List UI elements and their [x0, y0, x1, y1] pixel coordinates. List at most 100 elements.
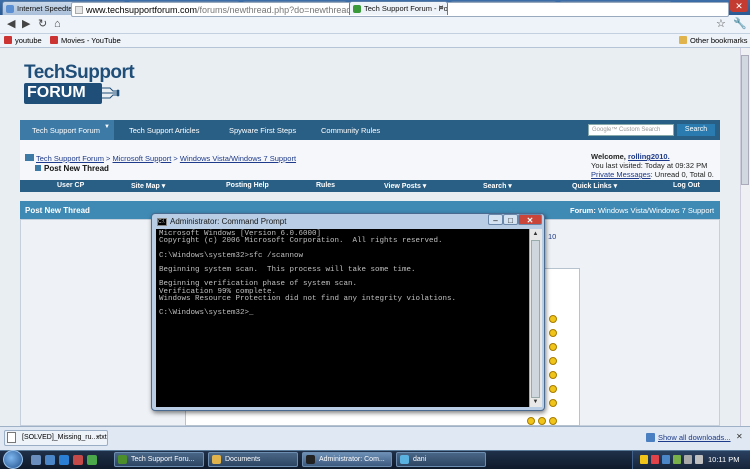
private-messages-link[interactable]: Private Messages [591, 170, 651, 179]
text-file-icon [7, 432, 16, 443]
download-item[interactable]: [SOLVED]_Missing_ru....txt [4, 430, 108, 446]
smiley-icon[interactable] [549, 371, 557, 379]
back-icon[interactable]: ◀ [7, 18, 15, 30]
taskbar-clock[interactable]: 10:11 PM [708, 455, 740, 464]
smiley-icon[interactable] [549, 399, 557, 407]
taskbar-button[interactable]: Administrator: Com... [302, 452, 392, 467]
downloads-icon [646, 433, 655, 442]
taskbar-app-icon [400, 455, 409, 464]
network-icon[interactable] [695, 455, 703, 464]
menu-user-cp[interactable]: User CP [57, 182, 84, 189]
pm-counts: : Unread 0, Total 0. [650, 170, 714, 179]
nav-tab-community-rules[interactable]: Community Rules [321, 126, 380, 135]
reload-icon[interactable]: ↻ [38, 18, 47, 30]
smiley-icon[interactable] [549, 385, 557, 393]
tab-favicon-icon [353, 5, 361, 13]
username-link[interactable]: rolling2010. [628, 152, 670, 161]
tray-security-icon[interactable] [651, 455, 659, 464]
taskbar-button-label: Documents [225, 456, 261, 463]
scroll-up-icon[interactable]: ▲ [529, 229, 542, 239]
menu-site-map[interactable]: Site Map ▾ [131, 182, 165, 190]
tab-label: Internet Speedtest [17, 4, 79, 13]
download-shelf [0, 426, 750, 450]
smiley-icon[interactable] [538, 417, 546, 425]
other-bookmarks[interactable]: Other bookmarks [679, 36, 748, 45]
smiley-icon[interactable] [549, 329, 557, 337]
start-button[interactable] [3, 450, 23, 469]
nav-tab-spyware[interactable]: Spyware First Steps [229, 126, 296, 135]
bookmark-label: youtube [15, 36, 42, 45]
taskbar-button[interactable]: dani [396, 452, 486, 467]
bookmark-youtube[interactable]: youtube [4, 36, 42, 45]
media-player-icon[interactable] [73, 455, 83, 465]
smiley-icon[interactable] [549, 417, 557, 425]
forum-label-prefix: Forum: [570, 206, 596, 215]
cmd-minimize-button[interactable]: ‒ [488, 214, 503, 225]
cmd-scrollbar-thumb[interactable] [531, 240, 540, 398]
tab-close-icon[interactable]: ✕ [438, 4, 444, 12]
taskbar-button-label: Tech Support Foru... [131, 456, 195, 463]
tray-notification-icon[interactable] [640, 455, 648, 464]
forum-home-icon[interactable] [25, 154, 34, 161]
breadcrumb: Tech Support Forum > Microsoft Support >… [25, 154, 296, 163]
side-fragment-text: 10 [548, 232, 557, 241]
youtube-icon [50, 36, 58, 44]
home-icon[interactable]: ⌂ [54, 18, 61, 30]
cmd-close-button[interactable]: ✕ [518, 214, 542, 225]
show-all-downloads-link[interactable]: Show all downloads... [658, 433, 731, 442]
menu-quick-links[interactable]: Quick Links ▾ [572, 182, 617, 190]
page-icon [75, 6, 83, 14]
site-search-button[interactable]: Search [677, 124, 715, 136]
scroll-down-icon[interactable]: ▼ [529, 397, 542, 407]
nav-tab-articles[interactable]: Tech Support Articles [129, 126, 199, 135]
site-logo-line2[interactable]: FORUM [24, 83, 102, 104]
nav-tab-tech-support-forum[interactable]: Tech Support Forum [32, 126, 100, 135]
browser-tab[interactable]: Tech Support Forum - Pos ✕ [349, 1, 448, 15]
smiley-icon[interactable] [549, 315, 557, 323]
tray-app-icon[interactable] [673, 455, 681, 464]
taskbar-app-icon [306, 455, 315, 464]
menu-posting-help[interactable]: Posting Help [226, 182, 269, 189]
close-window-button[interactable]: ✕ [730, 0, 748, 12]
smiley-icon[interactable] [549, 357, 557, 365]
explorer-icon[interactable] [45, 455, 55, 465]
taskbar-button[interactable]: Documents [208, 452, 298, 467]
taskbar-button[interactable]: Tech Support Foru... [114, 452, 204, 467]
chrome-icon[interactable] [87, 455, 97, 465]
page-scrollbar-thumb[interactable] [741, 55, 749, 185]
download-item-label: [SOLVED]_Missing_ru....txt [22, 434, 107, 441]
menu-rules[interactable]: Rules [316, 182, 335, 189]
circuit-logo-icon [102, 87, 120, 99]
chevron-down-icon[interactable]: ▼ [104, 124, 110, 130]
close-icon[interactable]: ✕ [736, 432, 743, 441]
breadcrumb-link-forum[interactable]: Tech Support Forum [36, 154, 104, 163]
taskbar-button-label: dani [413, 456, 427, 463]
post-header-title: Post New Thread [25, 206, 90, 215]
wrench-menu-icon[interactable]: 🔧 [733, 18, 747, 30]
menu-log-out[interactable]: Log Out [673, 182, 700, 189]
forum-label: Forum: Windows Vista/Windows 7 Support [570, 206, 714, 215]
cmd-maximize-button[interactable]: □ [503, 214, 518, 225]
breadcrumb-link-microsoft[interactable]: Microsoft Support [113, 154, 172, 163]
bookmark-star-icon[interactable]: ☆ [716, 18, 726, 30]
site-search-input[interactable]: Google™ Custom Search [588, 124, 674, 136]
forward-icon[interactable]: ▶ [22, 18, 30, 30]
smiley-icon[interactable] [549, 343, 557, 351]
menu-view-posts[interactable]: View Posts ▾ [384, 182, 426, 190]
last-visited: You last visited: Today at 09:32 PM [591, 161, 708, 170]
tray-network-icon[interactable] [662, 455, 670, 464]
taskbar-app-icon [118, 455, 127, 464]
cmd-window-title: Administrator: Command Prompt [170, 217, 287, 226]
page-title-text: Post New Thread [44, 164, 109, 173]
show-desktop-icon[interactable] [31, 455, 41, 465]
bookmark-label: Movies - YouTube [61, 36, 121, 45]
volume-icon[interactable] [684, 455, 692, 464]
menu-search[interactable]: Search ▾ [483, 182, 512, 190]
internet-explorer-icon[interactable] [59, 455, 69, 465]
chevron-down-icon[interactable]: ▾ [96, 433, 100, 441]
cmd-console-output[interactable]: Microsoft Windows [Version 6.0.6000] Cop… [156, 229, 529, 407]
breadcrumb-link-vista[interactable]: Windows Vista/Windows 7 Support [180, 154, 296, 163]
bookmark-movies-youtube[interactable]: Movies - YouTube [50, 36, 121, 45]
site-logo-line1[interactable]: TechSupport [24, 62, 135, 84]
smiley-icon[interactable] [527, 417, 535, 425]
